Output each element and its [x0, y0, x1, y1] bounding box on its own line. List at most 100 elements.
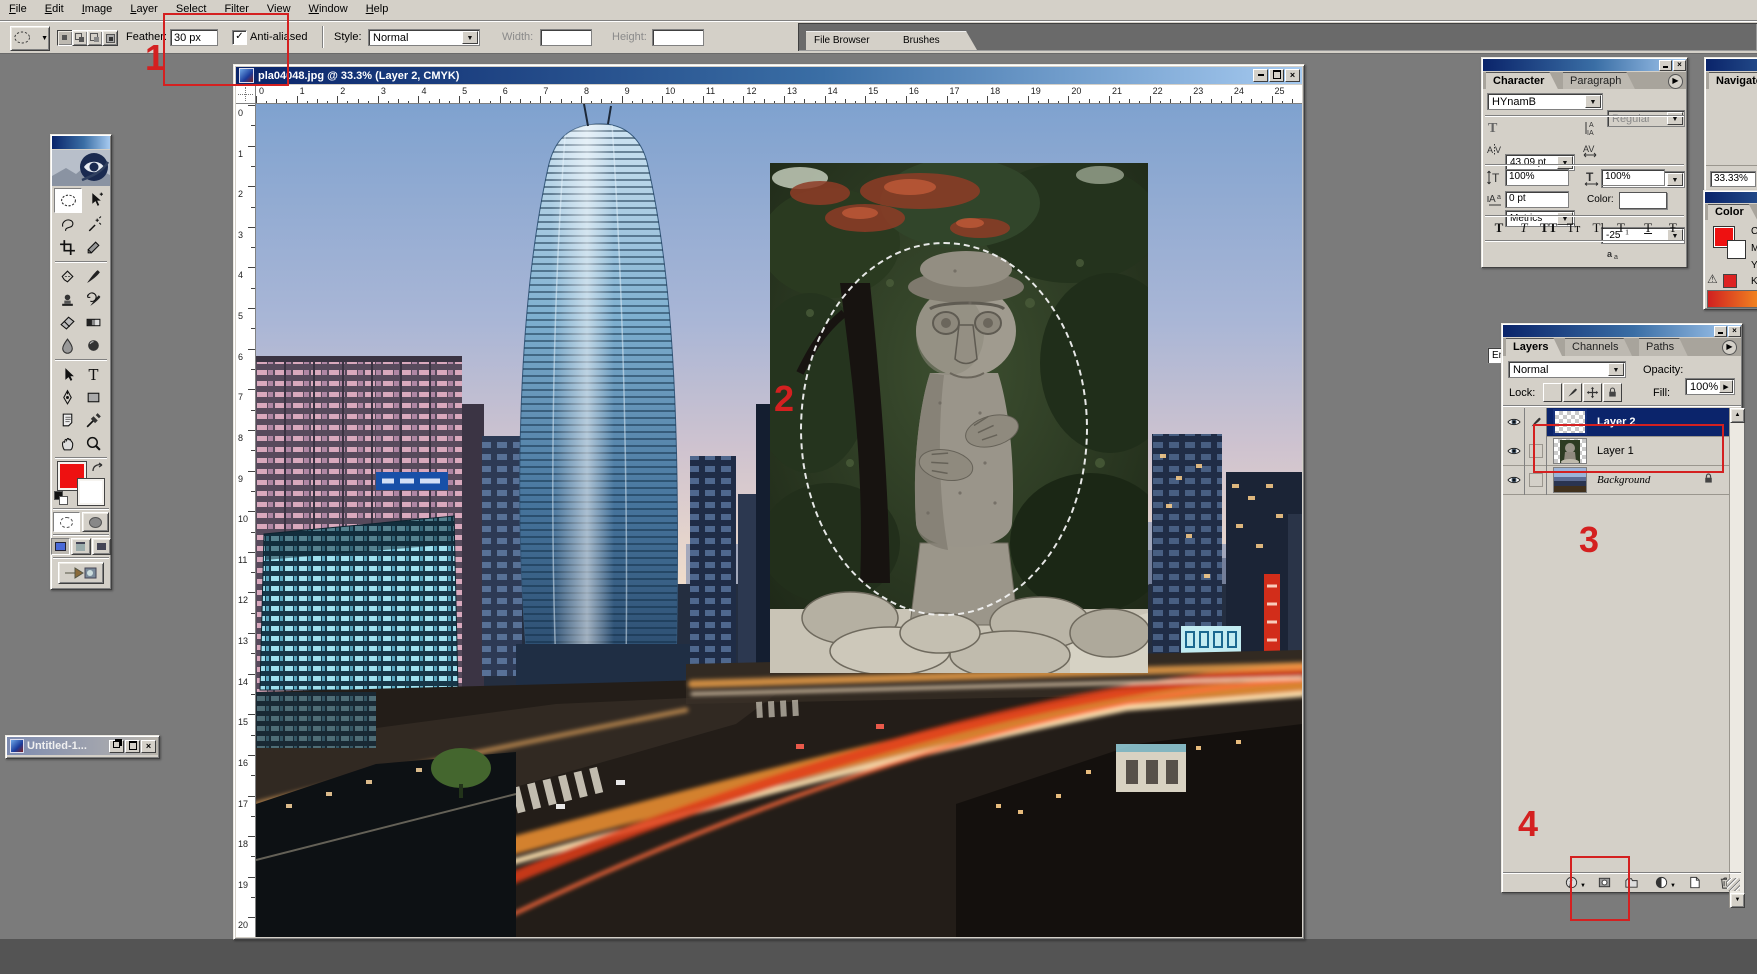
minimize-button[interactable] [1714, 326, 1727, 337]
character-palette-title-bar[interactable]: × [1483, 59, 1686, 71]
chevron-down-icon[interactable]: ▼ [462, 31, 478, 44]
style-combo[interactable]: Normal ▼ [368, 29, 480, 46]
tool-move-icon[interactable] [82, 188, 108, 211]
scroll-down-button[interactable]: ▼ [1730, 893, 1745, 908]
text-color-swatch[interactable] [1619, 192, 1667, 209]
maximize-button[interactable] [125, 740, 140, 753]
fullscreen-button[interactable] [92, 538, 111, 555]
baseline-shift-field[interactable]: 0 pt [1505, 191, 1569, 208]
tool-type-icon[interactable]: T [80, 363, 106, 386]
navigator-title-bar[interactable] [1706, 59, 1757, 71]
font-family-combo[interactable]: HYnamB▼ [1487, 93, 1603, 110]
tool-gradient-icon[interactable] [80, 311, 106, 334]
chevron-down-icon[interactable]: ▼ [1585, 95, 1601, 108]
opacity-spinner[interactable]: 100%▶ [1685, 378, 1735, 395]
chevron-down-icon[interactable]: ▼ [1667, 173, 1683, 186]
superscript-button[interactable]: T¹ [1588, 220, 1608, 238]
layer-name[interactable]: Background [1597, 474, 1650, 486]
minimize-button[interactable] [1659, 60, 1672, 71]
tab-brushes[interactable]: Brushes [895, 31, 977, 50]
tool-crop-icon[interactable] [54, 236, 80, 259]
tool-brush-icon[interactable] [80, 265, 106, 288]
background-color-swatch[interactable] [1727, 240, 1746, 259]
standard-mode-button[interactable] [53, 512, 80, 532]
canvas[interactable] [256, 104, 1302, 937]
tool-eraser-icon[interactable] [54, 311, 80, 334]
lock-paint-button[interactable] [1563, 383, 1582, 402]
color-title-bar[interactable] [1705, 192, 1757, 203]
width-input[interactable] [540, 29, 592, 46]
selection-mode-subtract[interactable] [87, 30, 103, 46]
standard-screen-button[interactable] [51, 538, 70, 555]
subscript-button[interactable]: T₁ [1613, 220, 1633, 238]
palette-menu-button[interactable]: ▶ [1722, 340, 1737, 355]
faux-bold-button[interactable]: T [1489, 220, 1509, 238]
palette-menu-button[interactable]: ▶ [1668, 74, 1683, 89]
fullscreen-menubar-button[interactable] [71, 538, 90, 555]
swap-colors-icon[interactable] [90, 461, 106, 475]
faux-italic-button[interactable]: T [1514, 220, 1534, 238]
strikethrough-button[interactable]: Ŧ [1663, 220, 1683, 238]
tool-lasso-icon[interactable] [54, 213, 80, 236]
visibility-toggle[interactable] [1503, 437, 1525, 466]
menu-layer[interactable]: Layer [121, 0, 167, 17]
navigator-zoom-field[interactable]: 33.33% [1710, 171, 1756, 187]
color-ramp[interactable] [1707, 290, 1757, 308]
tool-path-selection-icon[interactable] [54, 363, 80, 386]
menu-image[interactable]: Image [73, 0, 122, 17]
menu-file[interactable]: File [0, 0, 36, 17]
gamut-warning-icon[interactable]: ⚠ [1707, 272, 1718, 286]
blend-mode-combo[interactable]: Normal▼ [1508, 361, 1626, 378]
font-style-combo[interactable]: Regular▼ [1607, 110, 1685, 127]
adjustment-layer-button[interactable] [1653, 875, 1670, 891]
minimize-button[interactable] [1253, 69, 1268, 82]
layers-scrollbar[interactable]: ▲ ▼ [1729, 408, 1744, 908]
scroll-up-button[interactable]: ▲ [1730, 408, 1745, 423]
horizontal-scale-field[interactable]: 100% [1601, 169, 1665, 186]
tool-history-brush-icon[interactable] [80, 288, 106, 311]
restore-button[interactable] [109, 740, 124, 753]
all-caps-button[interactable]: TT [1539, 220, 1559, 238]
background-color-swatch[interactable] [78, 479, 104, 505]
resize-grip[interactable] [1727, 878, 1740, 891]
minimized-document-window[interactable]: Untitled-1... × [5, 735, 160, 759]
tool-clone-stamp-icon[interactable] [54, 288, 80, 311]
tool-blur-icon[interactable] [54, 334, 80, 357]
close-button[interactable]: × [1673, 60, 1686, 71]
tool-zoom-icon[interactable] [80, 432, 106, 455]
close-button[interactable]: × [141, 740, 156, 753]
close-button[interactable]: × [1728, 326, 1741, 337]
tool-shape-icon[interactable] [80, 386, 106, 409]
menu-help[interactable]: Help [357, 0, 398, 17]
lock-all-button[interactable] [1603, 383, 1622, 402]
vertical-scale-field[interactable]: 100% [1505, 169, 1569, 186]
tool-hand-icon[interactable] [54, 432, 80, 455]
close-button[interactable]: × [1285, 69, 1300, 82]
tool-pen-icon[interactable] [54, 386, 80, 409]
selection-mode-add[interactable] [72, 30, 88, 46]
menu-window[interactable]: Window [300, 0, 357, 17]
chevron-down-icon[interactable]: ▼ [1608, 363, 1624, 376]
selection-mode-intersect[interactable] [102, 30, 118, 46]
layers-title-bar[interactable]: × [1503, 325, 1741, 337]
maximize-button[interactable] [1269, 69, 1284, 82]
tool-elliptical-marquee-icon[interactable] [54, 188, 82, 213]
underline-button[interactable]: T [1638, 220, 1658, 238]
tool-eyedropper-icon[interactable] [80, 409, 106, 432]
tab-paragraph[interactable]: Paragraph [1563, 72, 1635, 90]
visibility-toggle[interactable] [1503, 466, 1525, 495]
tool-burn-icon[interactable] [80, 334, 106, 357]
small-caps-button[interactable]: Tᴛ [1564, 220, 1584, 238]
tool-slice-icon[interactable] [80, 236, 106, 259]
toolbox-logo[interactable] [52, 150, 110, 186]
visibility-toggle[interactable] [1503, 408, 1525, 437]
quick-mask-mode-button[interactable] [82, 512, 109, 532]
tab-navigator[interactable]: Navigator [1709, 72, 1757, 90]
menu-edit[interactable]: Edit [36, 0, 73, 17]
selection-mode-new[interactable] [57, 30, 73, 46]
chevron-down-icon[interactable]: ▼ [1557, 156, 1573, 169]
tool-magic-wand-icon[interactable] [80, 213, 106, 236]
tool-preset-button[interactable]: ▼ [10, 26, 50, 51]
tool-notes-icon[interactable] [54, 409, 80, 432]
tab-character[interactable]: Character [1486, 72, 1558, 90]
